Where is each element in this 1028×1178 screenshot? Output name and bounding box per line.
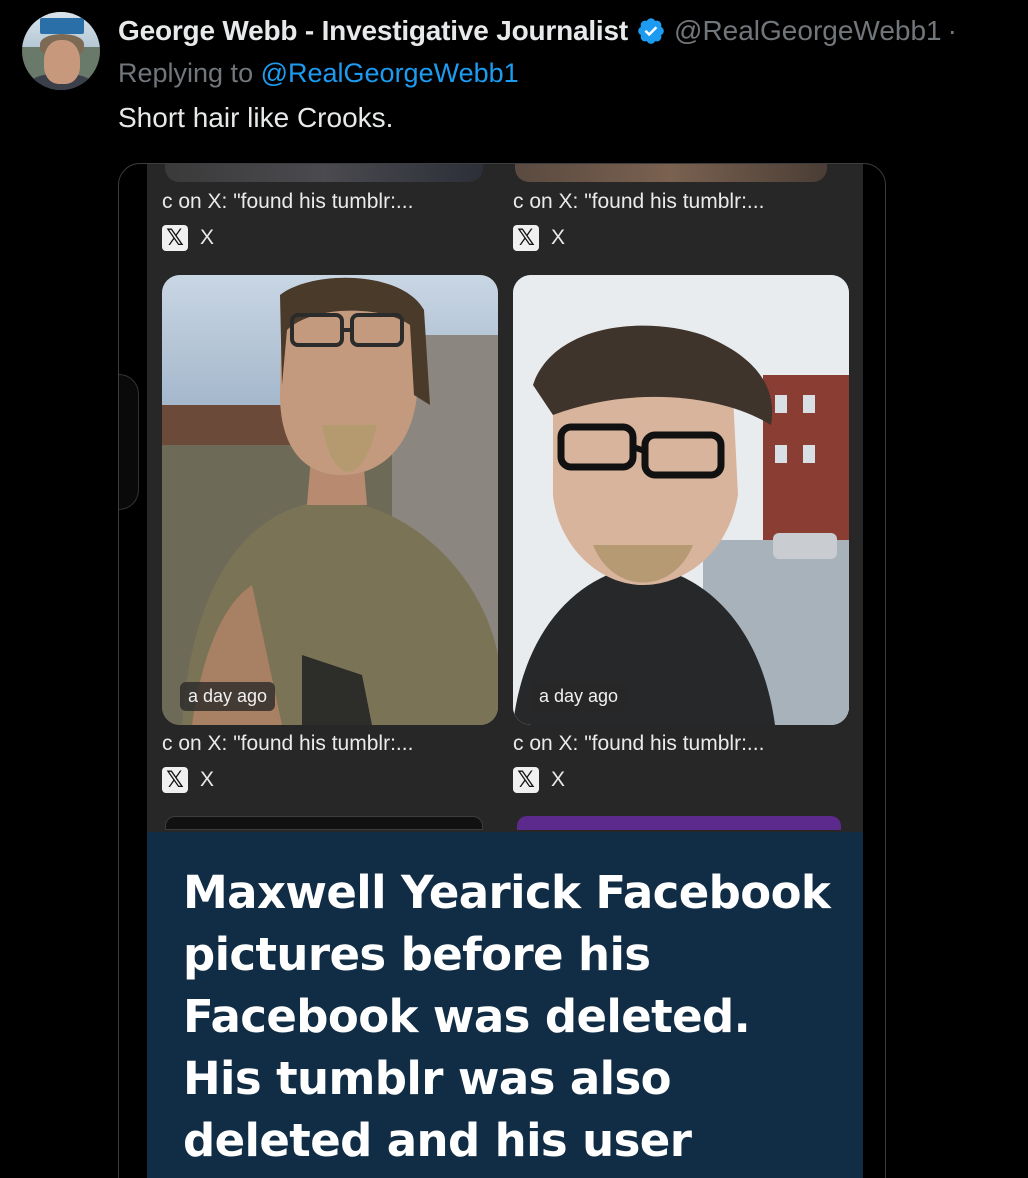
author-handle[interactable]: @RealGeorgeWebb1 (674, 15, 942, 47)
cropped-thumbnail-top-left (165, 164, 483, 182)
card-title: c on X: "found his tumblr:... (513, 190, 765, 213)
portrait-illustration (162, 275, 498, 725)
x-logo-icon: 𝕏 (513, 225, 539, 251)
timestamp-badge: a day ago (180, 682, 276, 711)
card-source: 𝕏 X (513, 225, 565, 251)
card-source-label: X (551, 226, 566, 249)
caption-text: Maxwell Yearick Facebook pictures before… (183, 866, 831, 1178)
replying-to: Replying to @RealGeorgeWebb1 (118, 58, 519, 89)
cropped-thumbnail-top-right (515, 164, 827, 182)
media-edge-shadow (119, 374, 139, 510)
tweet-media[interactable]: c on X: "found his tumblr:... 𝕏 X c on X… (118, 163, 886, 1178)
avatar-sign (40, 18, 84, 34)
portrait-illustration (513, 275, 849, 725)
card-source-label: X (551, 768, 566, 791)
author-name[interactable]: George Webb - Investigative Journalist (118, 15, 628, 47)
separator-dot: · (947, 15, 957, 46)
card-source-label: X (200, 226, 215, 249)
photo-man-cap-glasses: a day ago (513, 275, 849, 725)
reply-mention-link[interactable]: @RealGeorgeWebb1 (261, 58, 519, 88)
card-title: c on X: "found his tumblr:... (162, 190, 414, 213)
card-title: c on X: "found his tumblr:... (162, 732, 414, 755)
x-logo-icon: 𝕏 (162, 767, 188, 793)
tweet-text: Short hair like Crooks. (118, 102, 394, 133)
tweet-header: George Webb - Investigative Journalist @… (118, 14, 957, 48)
card-source: 𝕏 X (513, 767, 565, 793)
x-logo-icon: 𝕏 (513, 767, 539, 793)
x-logo-icon: 𝕏 (162, 225, 188, 251)
photo-man-olive-shirt: a day ago (162, 275, 498, 725)
verified-badge-icon[interactable] (636, 16, 666, 46)
timestamp-badge: a day ago (531, 682, 627, 711)
card-source: 𝕏 X (162, 767, 214, 793)
avatar-face (44, 40, 80, 84)
embedded-screenshot: c on X: "found his tumblr:... 𝕏 X c on X… (147, 164, 863, 1178)
card-source-label: X (200, 768, 215, 791)
cropped-thumbnail-bottom-right (517, 816, 841, 830)
reply-prefix: Replying to (118, 58, 261, 88)
card-title: c on X: "found his tumblr:... (513, 732, 765, 755)
cropped-thumbnail-bottom-left (165, 816, 483, 830)
card-source: 𝕏 X (162, 225, 214, 251)
caption-panel: Maxwell Yearick Facebook pictures before… (147, 832, 863, 1178)
author-avatar[interactable] (22, 12, 100, 90)
